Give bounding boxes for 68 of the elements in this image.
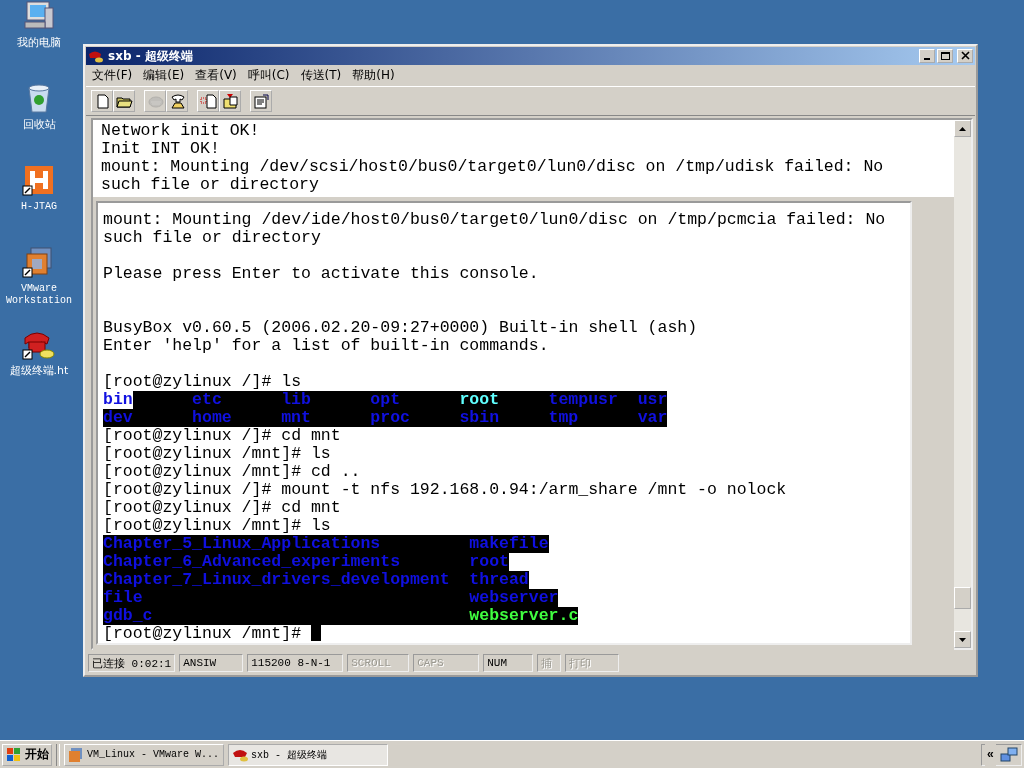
terminal-line: [root@zylinux /mnt]# xyxy=(103,624,302,643)
icon-label[interactable]: VMware Workstation xyxy=(0,283,78,307)
taskbar-button[interactable]: sxb - 超级终端 xyxy=(228,743,388,766)
icon-label[interactable]: 超级终端.ht xyxy=(9,365,69,377)
terminal-line: mount: Mounting /dev/ide/host0/bus0/target0/lun0/disc on /tmp/pcmcia failed: No such file or directory xyxy=(103,211,887,247)
menu-item[interactable]: 文件(F) xyxy=(90,67,140,84)
network-icon[interactable] xyxy=(1000,746,1018,763)
icon-label[interactable]: 回收站 xyxy=(22,119,56,131)
tray-toggle-button[interactable]: « xyxy=(984,743,996,766)
terminal-line: [root@zylinux /]# cd mnt xyxy=(103,426,341,445)
telephone-icon xyxy=(88,49,104,63)
terminal-line: BusyBox v0.60.5 (2006.02.20-09:27+0000) Built-in shell (ash) xyxy=(103,319,699,337)
status-field: ANSIW xyxy=(179,654,244,672)
start-button[interactable]: 开始 xyxy=(2,743,52,766)
menu-item[interactable]: 编辑(E) xyxy=(141,67,192,84)
file-name: bin xyxy=(103,391,133,409)
menu-item[interactable]: 查看(V) xyxy=(193,67,244,84)
toolbar-button[interactable] xyxy=(113,90,135,112)
down-arrow-icon xyxy=(959,637,966,642)
windows-logo-icon xyxy=(6,747,22,762)
close-icon xyxy=(959,51,971,61)
properties-icon xyxy=(252,92,270,110)
status-field: 115200 8-N-1 xyxy=(247,654,344,672)
scroll-thumb[interactable] xyxy=(954,587,971,609)
maximize-button[interactable] xyxy=(937,49,953,63)
close-button[interactable] xyxy=(957,49,973,63)
status-field: NUM xyxy=(483,654,534,672)
terminal-line: Network init OK! xyxy=(101,122,261,140)
file-name: tempusr xyxy=(548,391,618,409)
document-icon xyxy=(199,92,217,110)
status-field: CAPS xyxy=(413,654,480,672)
folder-icon xyxy=(221,92,239,110)
terminal-line: [root@zylinux /]# cd mnt xyxy=(103,498,341,517)
terminal-line: [root@zylinux /mnt]# cd .. xyxy=(103,462,361,481)
taskbar-button[interactable]: VM_Linux - VMware W... xyxy=(64,743,224,766)
terminal-line: mount: Mounting /dev/scsi/host0/bus0/target0/lun0/disc on /tmp/udisk failed: No such file or directory xyxy=(101,158,885,194)
file-name: Chapter_6_Advanced_experiments xyxy=(103,553,401,571)
menu-item[interactable]: 传送(T) xyxy=(298,67,349,84)
terminal-line: [root@zylinux /mnt]# ls xyxy=(103,516,331,535)
terminal-line: [root@zylinux /]# ls xyxy=(103,372,302,391)
minimize-button[interactable] xyxy=(919,49,935,63)
toolbar-button[interactable] xyxy=(219,90,241,112)
terminal-line: [root@zylinux /mnt]# ls xyxy=(103,444,331,463)
terminal-line: [root@zylinux /]# mount -t nfs 192.168.0.94:/arm_share /mnt -o nolock xyxy=(103,480,787,499)
status-field: SCROLL xyxy=(347,654,410,672)
terminal-line: Please press Enter to activate this console. xyxy=(103,265,540,283)
window-title: sxb - 超级终端 xyxy=(108,47,194,65)
menu-item[interactable]: 帮助(H) xyxy=(350,67,402,84)
file-name: gdb_c xyxy=(103,607,153,625)
terminal-line: Enter 'help' for a list of built-in commands. xyxy=(103,337,550,355)
scroll-down-button[interactable] xyxy=(954,631,971,648)
minimize-icon xyxy=(924,58,930,60)
icon-label[interactable]: H-JTAG xyxy=(21,201,57,213)
scrollbar[interactable] xyxy=(954,120,971,648)
toolbar-button[interactable] xyxy=(166,90,188,112)
maximize-icon xyxy=(939,51,951,61)
telephone-icon xyxy=(168,92,186,110)
scroll-up-button[interactable] xyxy=(954,120,971,137)
menu-item[interactable]: 呼叫(C) xyxy=(245,67,297,84)
up-arrow-icon xyxy=(959,126,966,131)
file-name: tmp xyxy=(548,409,579,427)
terminal-line: Init INT OK! xyxy=(101,140,221,158)
squares-logo-icon xyxy=(68,746,84,763)
file-name: Chapter_5_Linux_Applications xyxy=(103,535,381,553)
status-field: 已连接 0:02:1 xyxy=(88,654,176,672)
file-name: Chapter_7_Linux_drivers_development xyxy=(103,571,450,589)
file-name: opt xyxy=(370,391,401,409)
icon-label[interactable]: 我的电脑 xyxy=(17,37,61,49)
